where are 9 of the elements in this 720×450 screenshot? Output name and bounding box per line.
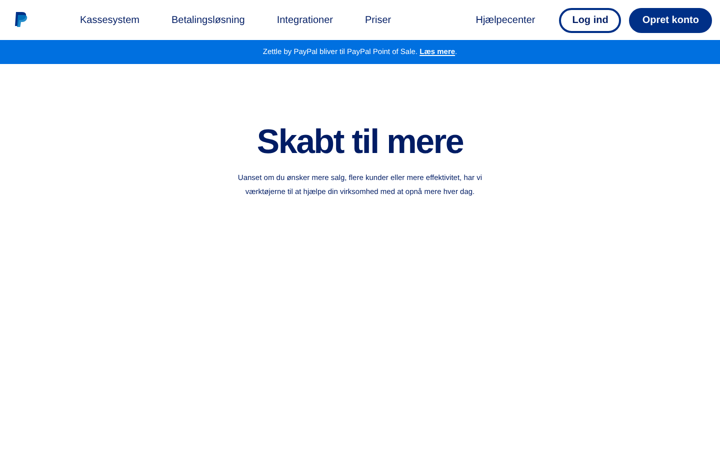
paypal-logo-icon[interactable]	[14, 12, 28, 28]
login-button[interactable]: Log ind	[559, 8, 622, 32]
nav-link[interactable]: Betalingsløsning	[171, 12, 245, 28]
nav-link[interactable]: Integrationer	[276, 12, 333, 28]
nav-link[interactable]: Kassesystem	[80, 12, 140, 28]
nav-link[interactable]: Priser	[365, 12, 392, 28]
signup-button[interactable]: Opret konto	[629, 8, 712, 32]
hero-title: Skabt til mere	[256, 122, 464, 163]
help-center-link[interactable]: Hjælpecenter	[476, 12, 536, 28]
